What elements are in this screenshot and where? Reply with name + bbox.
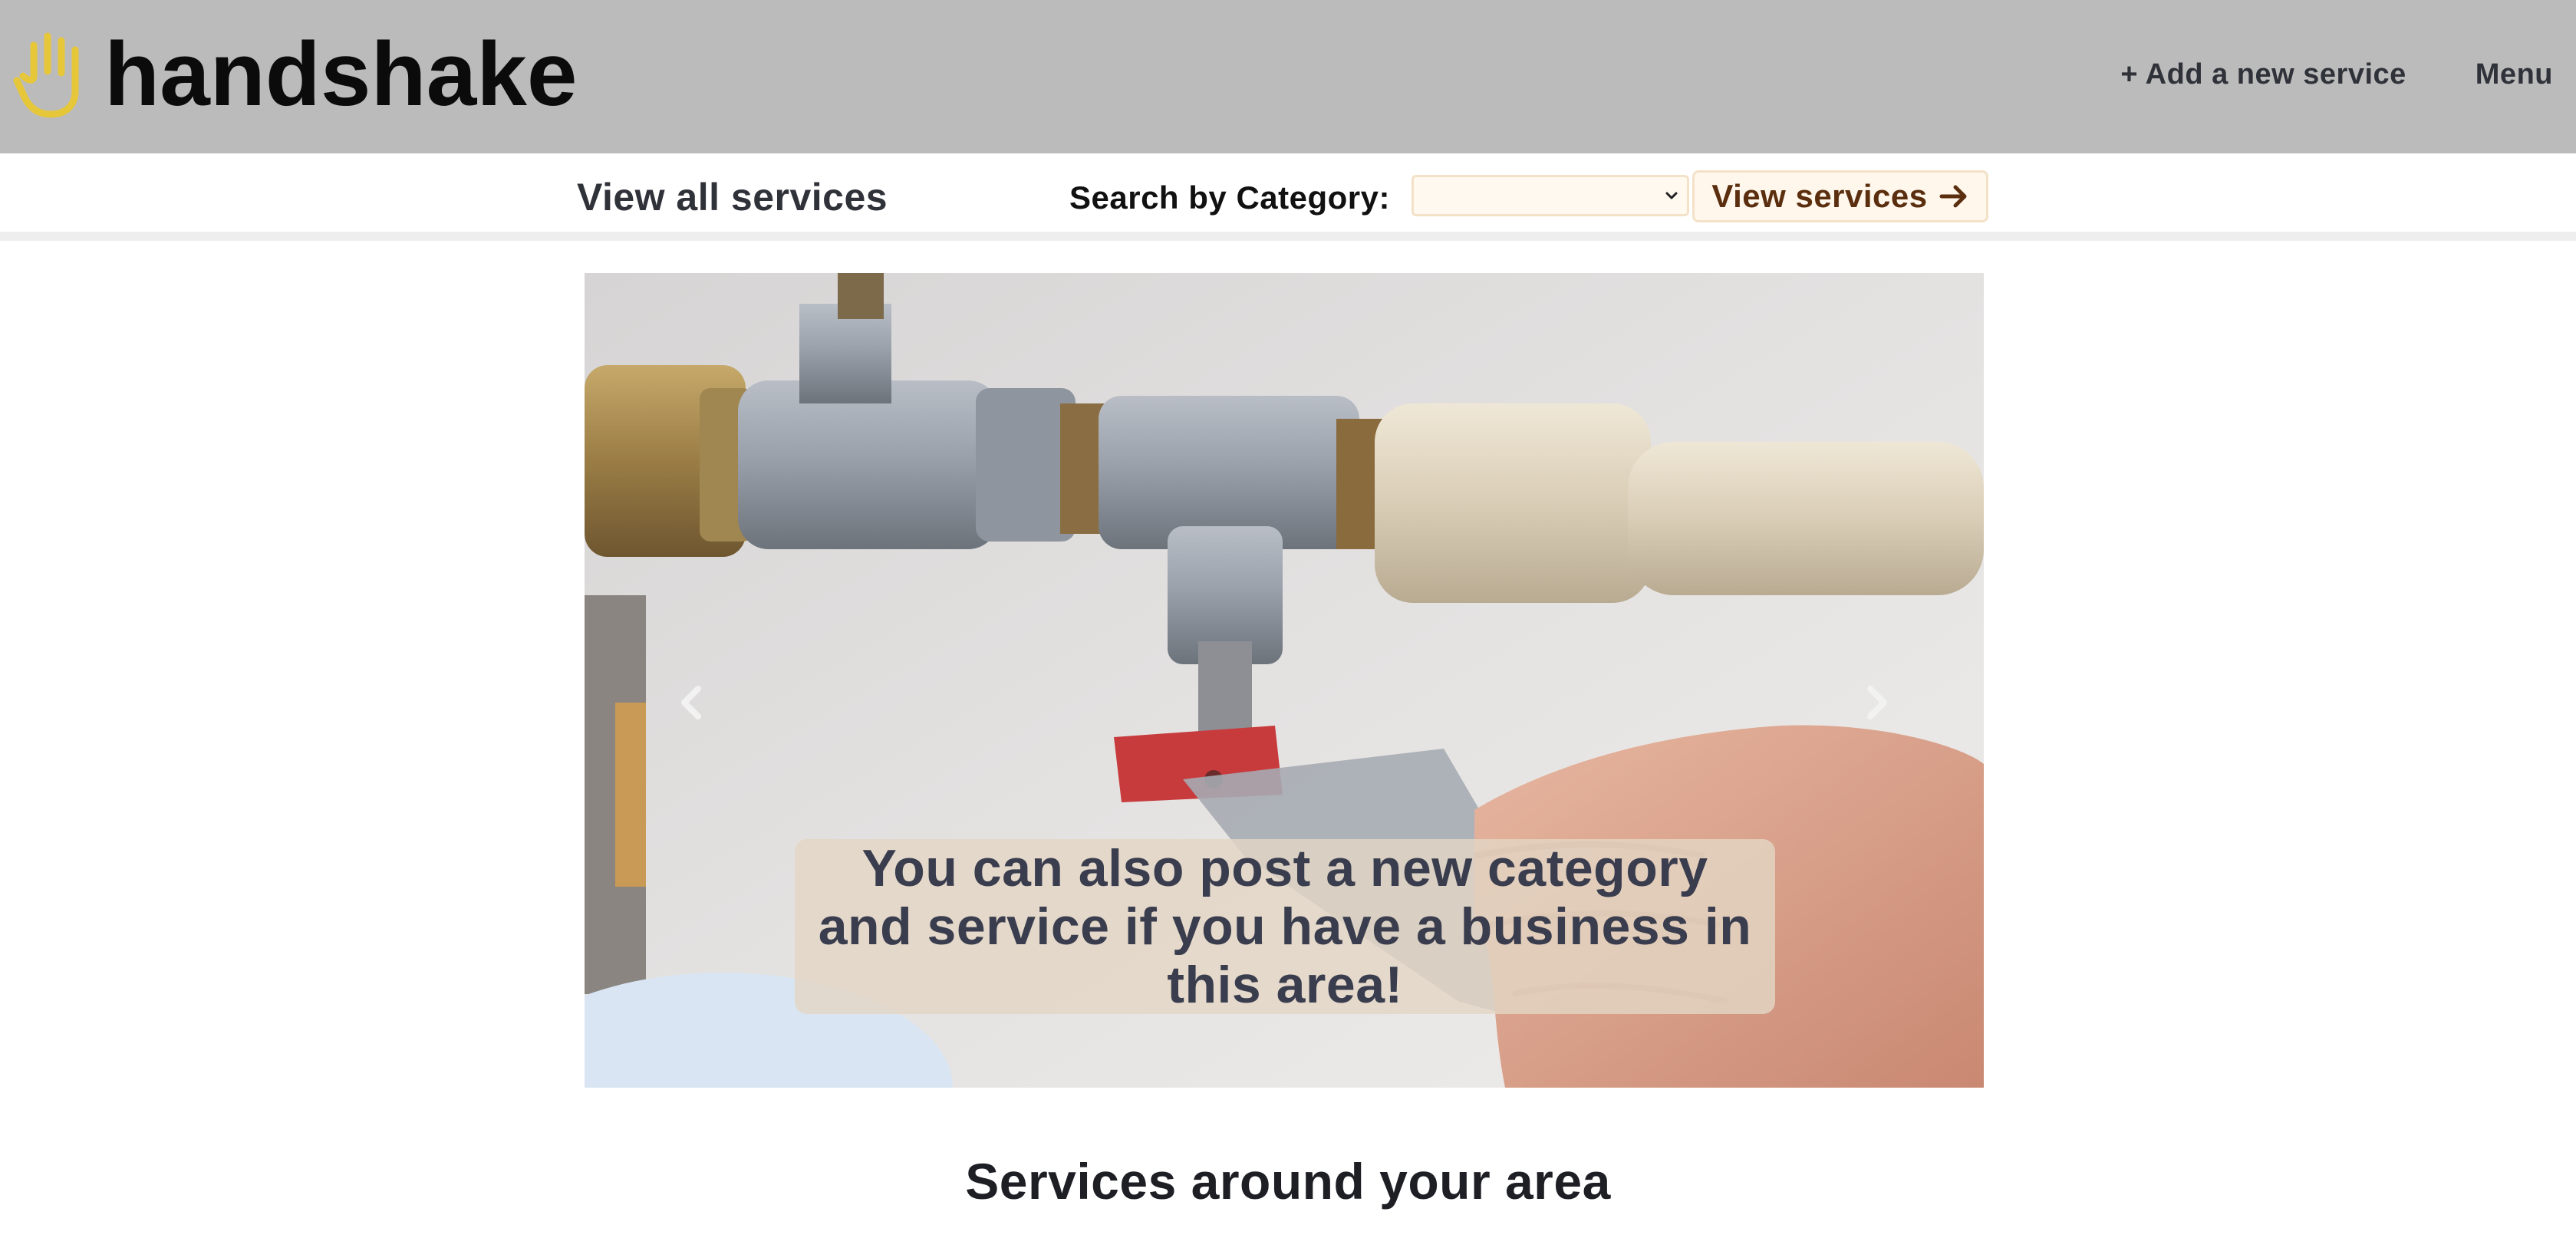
view-services-label: View services [1711, 178, 1928, 214]
chevron-down-icon [1665, 192, 1678, 199]
brand-logo[interactable]: handshake [11, 29, 577, 120]
category-select[interactable] [1412, 175, 1689, 216]
top-header: handshake + Add a new service Menu [0, 0, 2576, 153]
hand-icon [13, 32, 79, 118]
arrow-right-icon [1939, 185, 1967, 208]
services-section-title: Services around your area [965, 1153, 1611, 1210]
search-by-category-label: Search by Category: [1069, 179, 1390, 216]
top-nav: + Add a new service Menu [2120, 58, 2553, 91]
carousel-caption-text: You can also post a new category and ser… [818, 839, 1752, 1014]
hero-carousel[interactable]: You can also post a new category and ser… [585, 273, 1984, 1088]
brand-name: handshake [104, 24, 578, 125]
view-all-services-link[interactable]: View all services [577, 175, 888, 219]
add-new-service-link[interactable]: + Add a new service [2120, 58, 2406, 91]
sub-nav: View all services Search by Category: Vi… [0, 153, 2576, 241]
view-services-button[interactable]: View services [1692, 170, 1988, 222]
chevron-left-icon[interactable] [669, 672, 715, 733]
chevron-right-icon[interactable] [1853, 672, 1899, 733]
carousel-caption: You can also post a new category and ser… [795, 839, 1775, 1014]
menu-link[interactable]: Menu [2476, 58, 2553, 91]
